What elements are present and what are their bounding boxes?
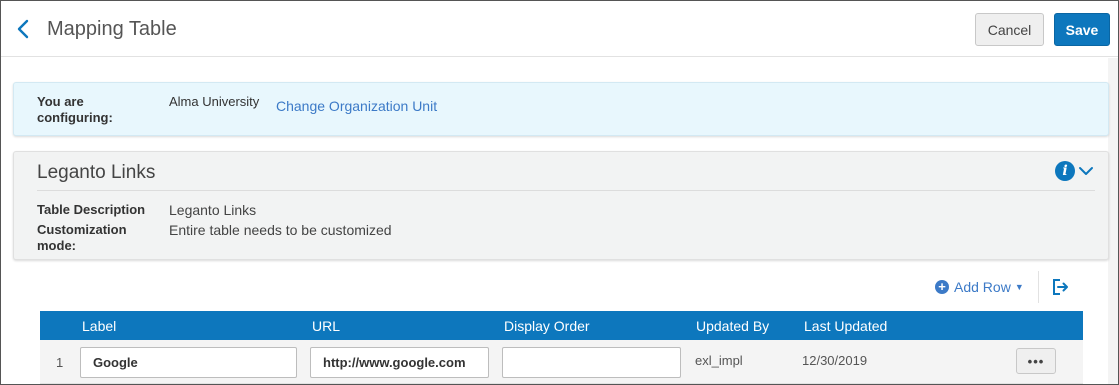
column-header-display-order[interactable]: Display Order xyxy=(504,318,590,334)
configuring-panel: You are configuring: Alma University Cha… xyxy=(13,82,1109,136)
back-button[interactable] xyxy=(13,17,33,41)
last-updated-cell: 12/30/2019 xyxy=(802,353,868,368)
row-actions-button[interactable]: ••• xyxy=(1016,348,1056,374)
chevron-down-icon[interactable] xyxy=(1078,164,1094,178)
add-row-button[interactable]: + Add Row ▼ xyxy=(935,278,1024,296)
table-row: 1 exl_impl 12/30/2019 ••• xyxy=(40,340,1083,384)
plus-circle-icon: + xyxy=(935,280,949,294)
table-description-value: Leganto Links xyxy=(169,202,257,218)
url-input[interactable] xyxy=(310,347,489,378)
table-header: Label URL Display Order Updated By Last … xyxy=(40,311,1083,340)
organization-unit-value: Alma University xyxy=(169,94,260,109)
details-title: Leganto Links xyxy=(37,162,156,183)
row-number: 1 xyxy=(56,355,64,370)
configuring-label: You are configuring: xyxy=(37,94,113,125)
column-header-updated-by[interactable]: Updated By xyxy=(696,318,769,334)
change-organization-unit-link[interactable]: Change Organization Unit xyxy=(276,98,437,114)
table-details-panel: Leganto Links i Table Description Legant… xyxy=(13,151,1109,260)
add-row-label: Add Row xyxy=(954,279,1011,295)
column-header-url[interactable]: URL xyxy=(312,318,340,334)
page-title: Mapping Table xyxy=(47,18,177,40)
customization-mode-value: Entire table needs to be customized xyxy=(169,222,392,238)
column-header-last-updated[interactable]: Last Updated xyxy=(804,318,887,334)
label-input[interactable] xyxy=(80,347,297,378)
export-icon[interactable] xyxy=(1051,278,1069,296)
toolbar-divider xyxy=(1038,271,1039,303)
column-header-label[interactable]: Label xyxy=(82,318,116,334)
page-header: Mapping Table Cancel Save xyxy=(1,1,1118,57)
caret-down-icon: ▼ xyxy=(1014,282,1024,292)
display-order-input[interactable] xyxy=(502,347,681,378)
customization-mode-label: Customization mode: xyxy=(37,222,127,253)
save-button[interactable]: Save xyxy=(1054,13,1110,46)
cancel-button[interactable]: Cancel xyxy=(975,13,1044,46)
details-divider xyxy=(37,190,1095,191)
updated-by-cell: exl_impl xyxy=(695,353,743,368)
vertical-scrollbar[interactable] xyxy=(1108,58,1118,384)
chevron-left-icon xyxy=(17,19,29,39)
info-icon[interactable]: i xyxy=(1055,161,1075,181)
table-description-label: Table Description xyxy=(37,202,146,217)
